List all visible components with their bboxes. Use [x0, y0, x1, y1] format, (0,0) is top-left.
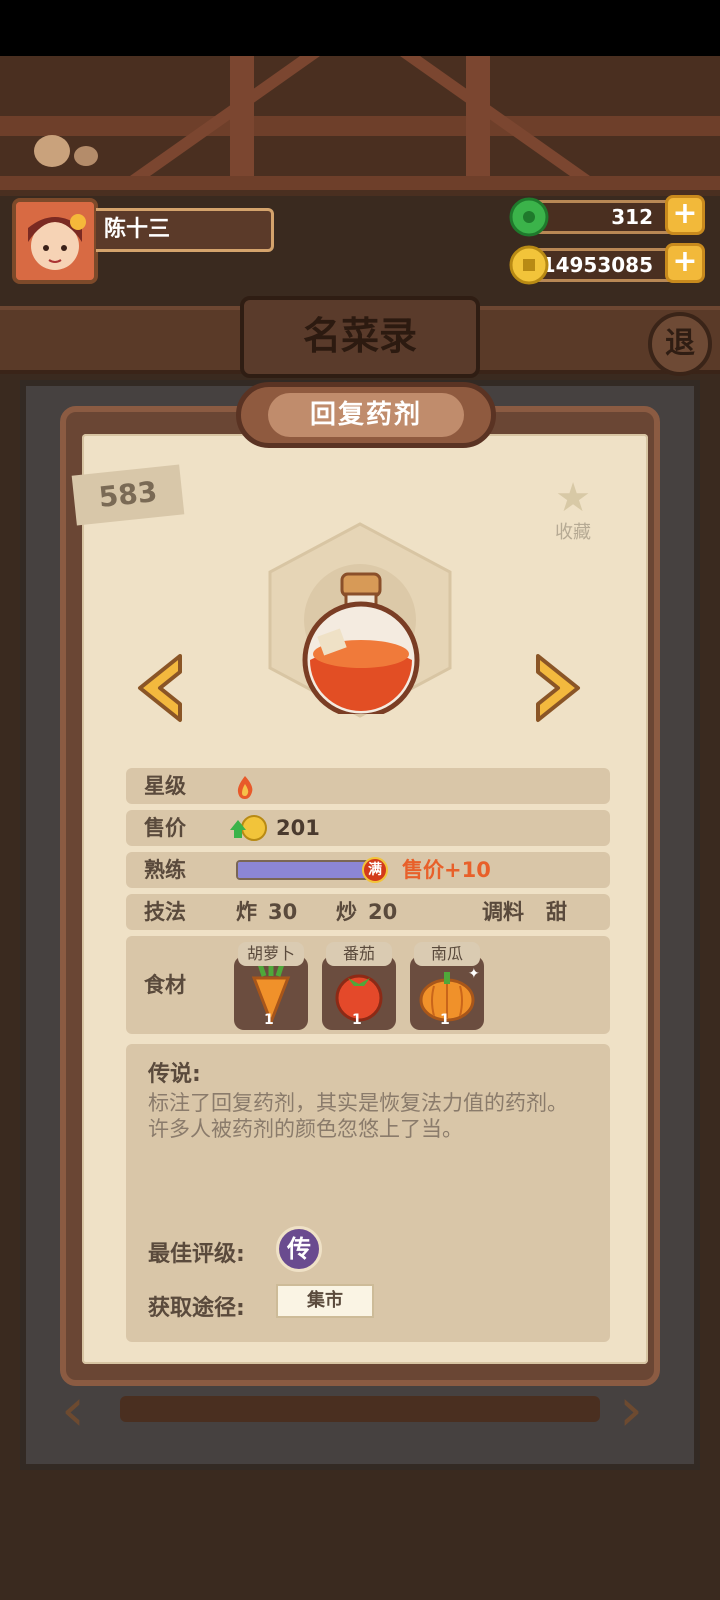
status-bar	[0, 0, 720, 56]
source-market-button[interactable]: 集市	[276, 1284, 374, 1318]
star-icon: ★	[555, 475, 591, 521]
ingredients-row: 食材 胡萝卜 1 番茄 1 ✦ 南瓜 1	[126, 936, 610, 1034]
bottom-right-chevron-icon: ›	[619, 1375, 643, 1445]
seasoning-value: 甜	[546, 900, 567, 924]
add-jade-button[interactable]: +	[665, 195, 705, 235]
legend-title: 传说:	[148, 1062, 201, 1087]
proficiency-row: 熟练 满 售价+10	[126, 852, 610, 888]
jade-amount: 312	[611, 205, 653, 229]
proficiency-bonus: 售价+10	[402, 858, 491, 882]
add-coins-button[interactable]: +	[665, 243, 705, 283]
ingredient-count: 1	[264, 1012, 274, 1028]
legend-text: 标注了回复药剂，其实是恢复法力值的药剂。许多人被药剂的颜色忽悠上了当。	[148, 1091, 568, 1141]
ingredient-name: 南瓜	[414, 942, 480, 966]
beam-decoration	[0, 56, 720, 190]
best-rating-label: 最佳评级:	[148, 1242, 245, 1267]
stirfry-value: 20	[368, 900, 398, 924]
previous-arrow-icon[interactable]	[130, 650, 186, 726]
source-label: 获取途径:	[148, 1296, 245, 1321]
roof-beams	[0, 56, 720, 196]
fry-label: 炸	[236, 900, 257, 924]
stirfry-label: 炒	[336, 900, 357, 924]
seasoning-label: 调料	[482, 900, 524, 924]
ingredient-item[interactable]: 胡萝卜 1	[234, 942, 308, 1030]
svg-text:✦: ✦	[468, 966, 480, 982]
ingredient-count: 1	[352, 1012, 362, 1028]
coin-up-icon	[230, 815, 267, 841]
dish-name: 回复药剂	[268, 393, 464, 437]
proficiency-label: 熟练	[144, 858, 186, 882]
next-arrow-icon[interactable]	[532, 650, 588, 726]
ingredient-count: 1	[440, 1012, 450, 1028]
ingredient-item[interactable]: 番茄 1	[322, 942, 396, 1030]
flame-icon	[237, 776, 253, 799]
potion-icon	[302, 572, 420, 714]
price-value: 201	[276, 816, 320, 840]
proficiency-bar	[236, 860, 370, 880]
ingredient-name: 番茄	[326, 942, 392, 966]
screen: 陈十三 312 + 14953085 + 名菜录 退 回复药剂 583 ★ 收藏	[0, 0, 720, 1600]
ingredients-label: 食材	[144, 973, 186, 997]
avatar[interactable]	[12, 198, 98, 284]
price-row: 售价 201	[126, 810, 610, 846]
player-name: 陈十三	[96, 208, 274, 252]
best-rating-badge: 传	[276, 1226, 322, 1272]
ingredient-item[interactable]: ✦ 南瓜 1	[410, 942, 484, 1030]
coin-icon	[509, 245, 549, 285]
star-level-row: 星级	[126, 768, 610, 804]
max-badge: 满	[362, 857, 388, 883]
technique-row: 技法 炸 30 炒 20 调料 甜	[126, 894, 610, 930]
bottom-left-chevron-icon: ‹	[61, 1375, 85, 1445]
price-label: 售价	[144, 816, 186, 840]
coin-counter: 14953085 +	[509, 243, 705, 285]
page-title: 名菜录	[240, 296, 480, 378]
bottom-rod	[120, 1396, 600, 1422]
ingredient-name: 胡萝卜	[238, 942, 304, 966]
favorite-label: 收藏	[555, 522, 591, 543]
jade-counter: 312 +	[509, 195, 705, 237]
star-level-label: 星级	[144, 774, 186, 798]
coin-amount: 14953085	[541, 253, 653, 277]
avatar-portrait	[16, 202, 94, 280]
technique-label: 技法	[144, 900, 186, 924]
proficiency-fill	[238, 862, 368, 878]
fry-value: 30	[268, 900, 298, 924]
exit-button[interactable]: 退	[648, 312, 712, 376]
jade-icon	[509, 197, 549, 237]
favorite-button[interactable]: ★ 收藏	[550, 478, 596, 544]
legend-panel: 传说: 标注了回复药剂，其实是恢复法力值的药剂。许多人被药剂的颜色忽悠上了当。 …	[126, 1044, 610, 1342]
